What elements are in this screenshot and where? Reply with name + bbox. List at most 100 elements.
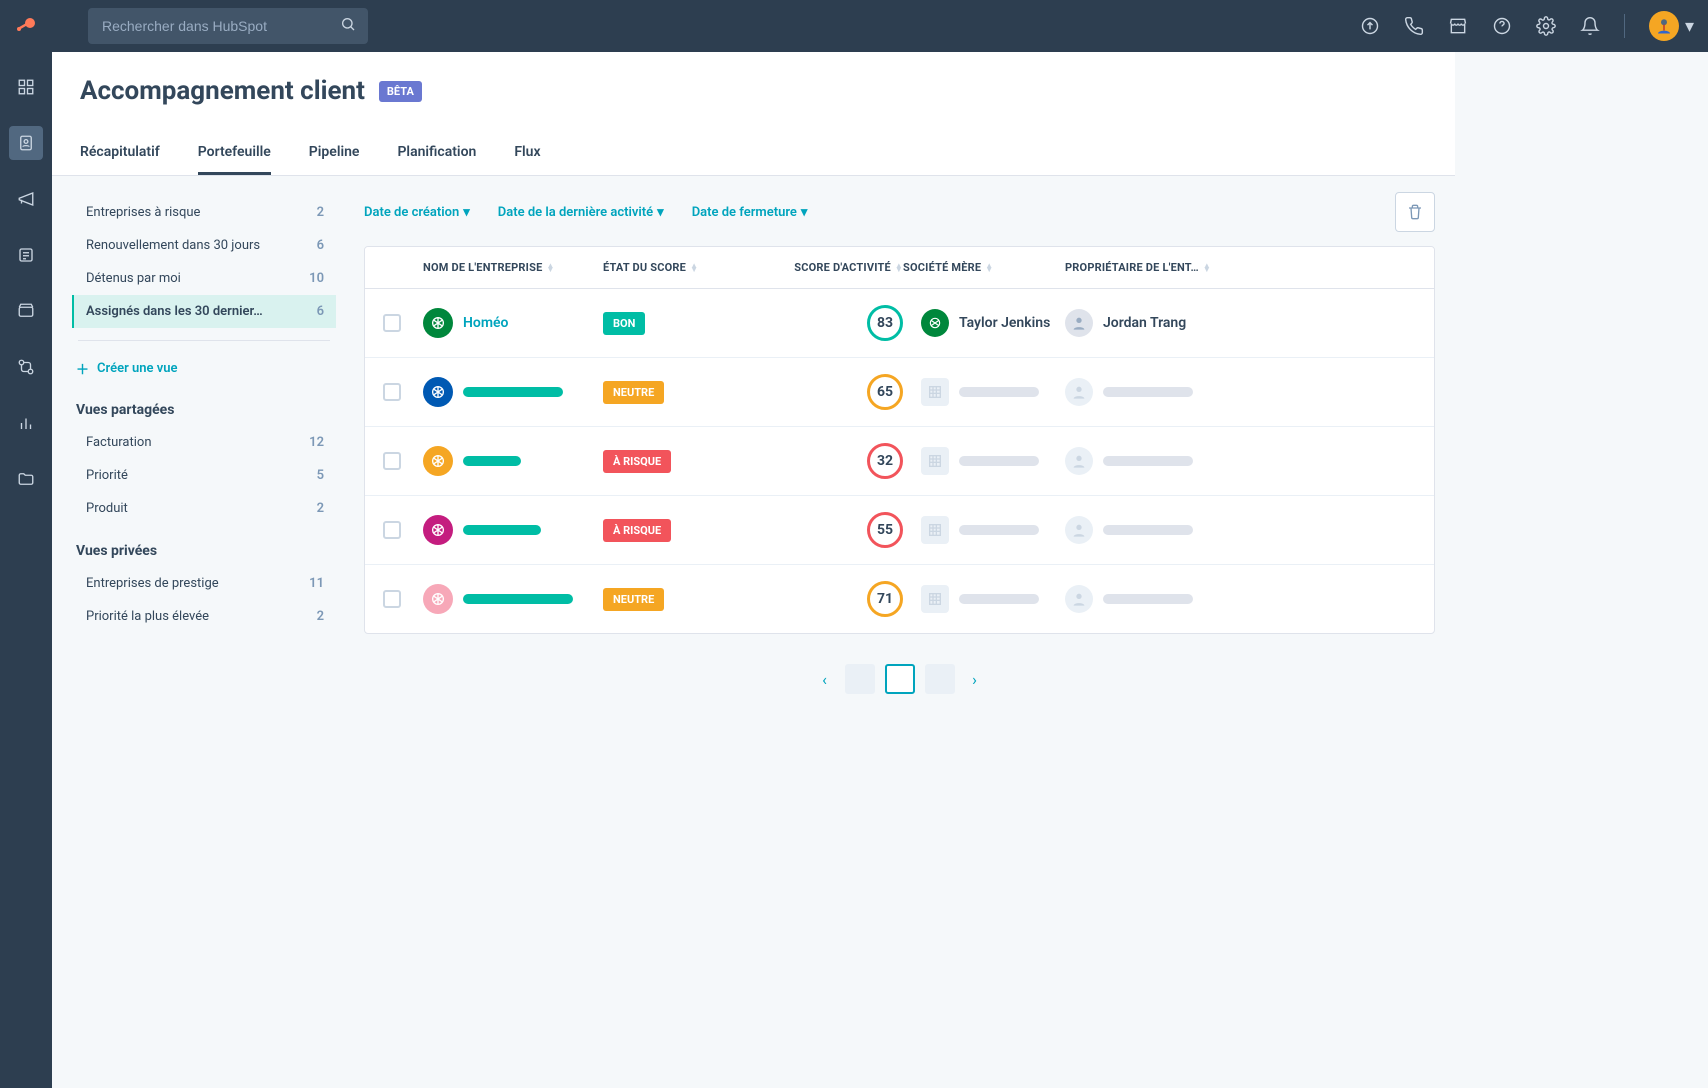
page-button[interactable] bbox=[925, 664, 955, 694]
search-icon[interactable] bbox=[340, 16, 356, 36]
tab-portefeuille[interactable]: Portefeuille bbox=[198, 132, 271, 175]
sort-icon: ▲▼ bbox=[985, 264, 993, 272]
page-next-button[interactable]: › bbox=[965, 670, 985, 689]
col-score-state-header[interactable]: ÉTAT DU SCORE▲▼ bbox=[603, 261, 753, 274]
view-item[interactable]: Entreprises de prestige11 bbox=[72, 567, 336, 600]
company-logo-icon bbox=[423, 515, 453, 545]
view-item[interactable]: Facturation12 bbox=[72, 426, 336, 459]
score-state-badge: À RISQUE bbox=[603, 519, 671, 542]
row-checkbox[interactable] bbox=[383, 452, 401, 470]
marketplace-icon[interactable] bbox=[1448, 16, 1468, 36]
col-owner-header[interactable]: PROPRIÉTAIRE DE L'ENT…▲▼ bbox=[1065, 261, 1416, 274]
help-icon[interactable] bbox=[1492, 16, 1512, 36]
activity-score: 65 bbox=[867, 374, 903, 410]
parent-company-icon bbox=[921, 309, 949, 337]
view-item[interactable]: Renouvellement dans 30 jours6 bbox=[72, 229, 336, 262]
content-layout: Entreprises à risque2Renouvellement dans… bbox=[52, 176, 1455, 874]
placeholder-icon bbox=[921, 585, 949, 613]
tab-pipeline[interactable]: Pipeline bbox=[309, 132, 360, 175]
search-input[interactable] bbox=[88, 8, 368, 44]
score-state-badge: NEUTRE bbox=[603, 381, 664, 404]
view-item[interactable]: Assignés dans les 30 dernier…6 bbox=[72, 295, 336, 328]
row-checkbox[interactable] bbox=[383, 590, 401, 608]
placeholder-avatar-icon bbox=[1065, 516, 1093, 544]
placeholder-bar bbox=[959, 387, 1039, 397]
phone-icon[interactable] bbox=[1404, 16, 1424, 36]
upgrade-icon[interactable] bbox=[1360, 16, 1380, 36]
filter-date-activity[interactable]: Date de la dernière activité▾ bbox=[498, 205, 664, 220]
view-count: 12 bbox=[309, 435, 324, 450]
account-menu[interactable]: ▾ bbox=[1649, 11, 1694, 41]
col-company-header[interactable]: NOM DE L'ENTREPRISE▲▼ bbox=[423, 261, 603, 274]
nav-library-icon[interactable] bbox=[9, 462, 43, 496]
row-checkbox[interactable] bbox=[383, 521, 401, 539]
row-checkbox[interactable] bbox=[383, 314, 401, 332]
plus-icon: ＋ bbox=[76, 359, 89, 378]
company-logo-icon bbox=[423, 584, 453, 614]
page-button[interactable] bbox=[845, 664, 875, 694]
view-label: Entreprises de prestige bbox=[86, 576, 219, 591]
placeholder-icon bbox=[921, 447, 949, 475]
activity-score: 32 bbox=[867, 443, 903, 479]
tab-récapitulatif[interactable]: Récapitulatif bbox=[80, 132, 160, 175]
view-count: 6 bbox=[317, 238, 324, 253]
view-label: Détenus par moi bbox=[86, 271, 181, 286]
view-item[interactable]: Priorité5 bbox=[72, 459, 336, 492]
row-checkbox[interactable] bbox=[383, 383, 401, 401]
nav-commerce-icon[interactable] bbox=[9, 294, 43, 328]
private-views-title: Vues privées bbox=[76, 543, 336, 559]
score-state-badge: BON bbox=[603, 312, 645, 335]
table-area: Date de création▾ Date de la dernière ac… bbox=[344, 176, 1455, 874]
table-row: HoméoBON83Taylor JenkinsJordan Trang bbox=[365, 289, 1434, 358]
nav-reports-icon[interactable] bbox=[9, 406, 43, 440]
divider bbox=[78, 340, 330, 341]
placeholder-bar bbox=[1103, 594, 1193, 604]
settings-icon[interactable] bbox=[1536, 16, 1556, 36]
filter-date-close[interactable]: Date de fermeture▾ bbox=[692, 205, 808, 220]
nav-contacts-icon[interactable] bbox=[9, 126, 43, 160]
view-item[interactable]: Détenus par moi10 bbox=[72, 262, 336, 295]
nav-marketing-icon[interactable] bbox=[9, 182, 43, 216]
table-row: À RISQUE32 bbox=[365, 427, 1434, 496]
view-item[interactable]: Produit2 bbox=[72, 492, 336, 525]
divider bbox=[1624, 14, 1625, 38]
page-header: Accompagnement client BÊTA bbox=[52, 52, 1455, 106]
col-activity-header[interactable]: SCORE D'ACTIVITÉ▲▼ bbox=[753, 261, 903, 274]
table-header: NOM DE L'ENTREPRISE▲▼ ÉTAT DU SCORE▲▼ SC… bbox=[365, 247, 1434, 289]
page-prev-button[interactable]: ‹ bbox=[815, 670, 835, 689]
create-view-button[interactable]: ＋ Créer une vue bbox=[72, 353, 336, 384]
placeholder-bar bbox=[463, 525, 541, 535]
view-item[interactable]: Entreprises à risque2 bbox=[72, 196, 336, 229]
company-logo-icon bbox=[423, 377, 453, 407]
view-count: 2 bbox=[317, 609, 324, 624]
nav-content-icon[interactable] bbox=[9, 238, 43, 272]
placeholder-icon bbox=[921, 378, 949, 406]
filter-date-creation[interactable]: Date de création▾ bbox=[364, 205, 470, 220]
topbar-actions: ▾ bbox=[1360, 11, 1694, 41]
nav-dashboard-icon[interactable] bbox=[9, 70, 43, 104]
company-logo-icon bbox=[423, 308, 453, 338]
company-name-link[interactable]: Homéo bbox=[463, 315, 508, 331]
hubspot-logo-icon[interactable] bbox=[14, 13, 40, 39]
companies-table: NOM DE L'ENTREPRISE▲▼ ÉTAT DU SCORE▲▼ SC… bbox=[364, 246, 1435, 634]
page-button-current[interactable] bbox=[885, 664, 915, 694]
view-label: Entreprises à risque bbox=[86, 205, 200, 220]
views-panel: Entreprises à risque2Renouvellement dans… bbox=[52, 176, 344, 874]
activity-score: 55 bbox=[867, 512, 903, 548]
view-item[interactable]: Priorité la plus élevée 2 bbox=[72, 600, 336, 633]
placeholder-bar bbox=[463, 594, 573, 604]
tab-planification[interactable]: Planification bbox=[397, 132, 476, 175]
view-label: Priorité la plus élevée bbox=[86, 609, 209, 624]
placeholder-bar bbox=[959, 594, 1039, 604]
placeholder-bar bbox=[1103, 387, 1193, 397]
placeholder-bar bbox=[959, 456, 1039, 466]
col-parent-header[interactable]: SOCIÉTÉ MÈRE▲▼ bbox=[903, 261, 1065, 274]
table-row: NEUTRE 65 bbox=[365, 358, 1434, 427]
delete-button[interactable] bbox=[1395, 192, 1435, 232]
view-label: Produit bbox=[86, 501, 128, 516]
notifications-icon[interactable] bbox=[1580, 16, 1600, 36]
tab-flux[interactable]: Flux bbox=[514, 132, 540, 175]
owner-name: Jordan Trang bbox=[1103, 315, 1186, 331]
nav-automation-icon[interactable] bbox=[9, 350, 43, 384]
table-row: NEUTRE71 bbox=[365, 565, 1434, 633]
